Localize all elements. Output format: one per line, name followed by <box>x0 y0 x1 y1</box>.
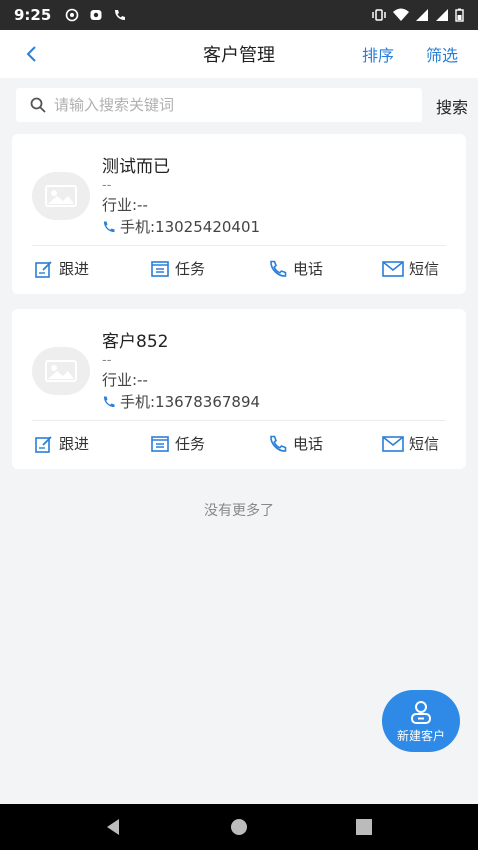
no-more-text: 没有更多了 <box>204 503 274 519</box>
card-actions: 跟进 任务 电话 短信 <box>12 246 466 294</box>
sms-label: 短信 <box>409 435 440 453</box>
search-input[interactable] <box>54 96 394 114</box>
follow-button[interactable]: 跟进 <box>34 258 89 279</box>
follow-label: 跟进 <box>59 260 90 278</box>
system-nav-bar <box>0 804 478 850</box>
home-nav-icon[interactable] <box>229 817 249 837</box>
filter-button[interactable]: 筛选 <box>426 42 458 66</box>
customer-phone: 手机:13025420401 <box>102 216 260 237</box>
battery-icon <box>455 8 464 22</box>
call-button[interactable]: 电话 <box>268 258 323 279</box>
missed-call-icon <box>115 10 126 20</box>
customer-industry: 行业:-- <box>102 371 148 389</box>
phone-outline-icon <box>270 435 287 452</box>
status-notification-icons <box>65 8 127 22</box>
customer-phone-text: 手机:13678367894 <box>120 393 261 411</box>
follow-label: 跟进 <box>59 435 90 453</box>
record-icon <box>66 8 79 22</box>
call-label: 电话 <box>293 260 324 278</box>
customer-phone-text: 手机:13025420401 <box>120 218 261 236</box>
status-bar: 9:25 <box>0 0 478 30</box>
phone-outline-icon <box>270 260 287 277</box>
avatar <box>32 347 90 395</box>
follow-button[interactable]: 跟进 <box>34 433 89 454</box>
sort-button[interactable]: 排序 <box>362 42 394 66</box>
image-placeholder-icon <box>45 185 77 207</box>
search-icon <box>30 97 46 113</box>
task-button[interactable]: 任务 <box>150 433 205 454</box>
call-label: 电话 <box>293 435 324 453</box>
sms-label: 短信 <box>409 260 440 278</box>
edit-note-icon <box>35 435 52 453</box>
customer-name: 测试而已 <box>102 157 170 177</box>
page-title: 客户管理 <box>203 45 275 66</box>
status-system-icons <box>371 8 464 22</box>
customer-subtitle: -- <box>102 178 112 193</box>
customer-phone: 手机:13678367894 <box>102 391 260 412</box>
envelope-icon <box>382 435 404 452</box>
phone-icon <box>103 221 115 232</box>
task-list-icon <box>151 260 169 277</box>
task-button[interactable]: 任务 <box>150 258 205 279</box>
add-user-icon <box>411 700 431 724</box>
new-customer-label: 新建客户 <box>396 728 445 743</box>
vibrate-icon <box>372 9 386 21</box>
image-placeholder-icon <box>45 360 77 382</box>
task-label: 任务 <box>175 260 206 278</box>
signal-icon-2 <box>436 9 448 21</box>
customer-name: 客户852 <box>102 332 169 352</box>
new-customer-button[interactable]: 新建客户 <box>382 690 460 752</box>
customer-subtitle: -- <box>102 353 112 368</box>
back-arrow-icon[interactable] <box>20 42 44 66</box>
edit-note-icon <box>35 260 52 278</box>
app-header: 客户管理 排序 筛选 <box>0 30 478 78</box>
signal-icon <box>416 9 428 21</box>
envelope-icon <box>382 260 404 277</box>
customer-industry: 行业:-- <box>102 196 148 214</box>
call-button[interactable]: 电话 <box>268 433 323 454</box>
card-actions: 跟进 任务 电话 短信 <box>12 421 466 469</box>
back-nav-icon[interactable] <box>103 817 123 837</box>
wifi-icon <box>393 8 409 21</box>
avatar <box>32 172 90 220</box>
task-label: 任务 <box>175 435 206 453</box>
search-button[interactable]: 搜索 <box>436 94 468 118</box>
search-row: 搜索 <box>0 78 478 134</box>
recents-nav-icon[interactable] <box>354 817 374 837</box>
phone-icon <box>103 396 115 407</box>
task-list-icon <box>151 435 169 452</box>
app-badge-icon <box>90 10 102 20</box>
sms-button[interactable]: 短信 <box>382 258 439 279</box>
search-box <box>16 88 422 122</box>
sms-button[interactable]: 短信 <box>382 433 439 454</box>
customer-card[interactable]: 测试而已 -- 行业:-- 手机:13025420401 跟进 任务 电话 短信 <box>12 134 466 294</box>
status-time: 9:25 <box>14 6 52 24</box>
customer-card[interactable]: 客户852 -- 行业:-- 手机:13678367894 跟进 任务 电话 短… <box>12 309 466 469</box>
